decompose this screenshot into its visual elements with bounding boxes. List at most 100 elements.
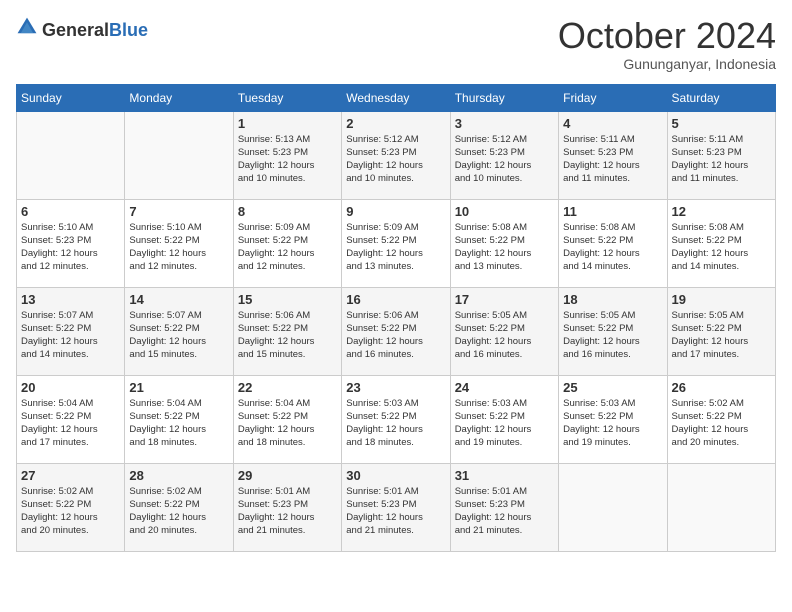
day-number: 22 [238,380,337,395]
day-number: 10 [455,204,554,219]
calendar-cell: 13Sunrise: 5:07 AM Sunset: 5:22 PM Dayli… [17,287,125,375]
day-header-saturday: Saturday [667,84,775,111]
calendar-cell [667,463,775,551]
day-info: Sunrise: 5:02 AM Sunset: 5:22 PM Dayligh… [21,485,120,538]
calendar-cell [17,111,125,199]
calendar-week-row: 6 Sunrise: 5:10 AM Sunset: 5:23 PM Daylig… [17,199,776,287]
calendar-cell: 16Sunrise: 5:06 AM Sunset: 5:22 PM Dayli… [342,287,450,375]
day-info: Sunrise: 5:09 AM Sunset: 5:22 PM Dayligh… [346,221,445,274]
day-number: 18 [563,292,662,307]
day-number: 8 [238,204,337,219]
day-info: Sunrise: 5:12 AM Sunset: 5:23 PM Dayligh… [455,133,554,186]
day-info: Sunrise: 5:12 AM Sunset: 5:23 PM Dayligh… [346,133,445,186]
day-number: 9 [346,204,445,219]
day-number: 29 [238,468,337,483]
day-info: Sunrise: 5:05 AM Sunset: 5:22 PM Dayligh… [672,309,771,362]
day-info: Sunrise: 5:11 AM Sunset: 5:23 PM Dayligh… [672,133,771,186]
calendar-cell: 18 Sunrise: 5:05 AM Sunset: 5:22 PM Dayli… [559,287,667,375]
day-header-monday: Monday [125,84,233,111]
day-number: 19 [672,292,771,307]
day-info: Sunrise: 5:05 AM Sunset: 5:22 PM Dayligh… [455,309,554,362]
day-info: Sunrise: 5:04 AM Sunset: 5:22 PM Dayligh… [129,397,228,450]
calendar-cell: 4Sunrise: 5:11 AM Sunset: 5:23 PM Daylig… [559,111,667,199]
day-number: 31 [455,468,554,483]
calendar-cell [125,111,233,199]
calendar-cell: 3 Sunrise: 5:12 AM Sunset: 5:23 PM Daylig… [450,111,558,199]
day-number: 23 [346,380,445,395]
calendar-week-row: 27 Sunrise: 5:02 AM Sunset: 5:22 PM Dayli… [17,463,776,551]
day-info: Sunrise: 5:03 AM Sunset: 5:22 PM Dayligh… [563,397,662,450]
day-info: Sunrise: 5:05 AM Sunset: 5:22 PM Dayligh… [563,309,662,362]
month-title: October 2024 [558,16,776,56]
day-info: Sunrise: 5:10 AM Sunset: 5:22 PM Dayligh… [129,221,228,274]
day-info: Sunrise: 5:10 AM Sunset: 5:23 PM Dayligh… [21,221,120,274]
calendar-cell: 9 Sunrise: 5:09 AM Sunset: 5:22 PM Daylig… [342,199,450,287]
day-info: Sunrise: 5:07 AM Sunset: 5:22 PM Dayligh… [129,309,228,362]
calendar-cell: 6 Sunrise: 5:10 AM Sunset: 5:23 PM Daylig… [17,199,125,287]
calendar-header-row: SundayMondayTuesdayWednesdayThursdayFrid… [17,84,776,111]
day-number: 28 [129,468,228,483]
calendar-cell: 14 Sunrise: 5:07 AM Sunset: 5:22 PM Dayli… [125,287,233,375]
calendar-cell: 2 Sunrise: 5:12 AM Sunset: 5:23 PM Daylig… [342,111,450,199]
day-number: 25 [563,380,662,395]
calendar-cell: 22Sunrise: 5:04 AM Sunset: 5:22 PM Dayli… [233,375,341,463]
day-number: 13 [21,292,120,307]
calendar-cell: 31 Sunrise: 5:01 AM Sunset: 5:23 PM Dayli… [450,463,558,551]
day-number: 3 [455,116,554,131]
day-header-wednesday: Wednesday [342,84,450,111]
calendar-week-row: 20 Sunrise: 5:04 AM Sunset: 5:22 PM Dayli… [17,375,776,463]
calendar-cell: 30 Sunrise: 5:01 AM Sunset: 5:23 PM Dayli… [342,463,450,551]
day-header-tuesday: Tuesday [233,84,341,111]
calendar-cell: 23 Sunrise: 5:03 AM Sunset: 5:22 PM Dayli… [342,375,450,463]
calendar-cell: 19 Sunrise: 5:05 AM Sunset: 5:22 PM Dayli… [667,287,775,375]
day-info: Sunrise: 5:06 AM Sunset: 5:22 PM Dayligh… [346,309,445,362]
day-header-sunday: Sunday [17,84,125,111]
calendar-cell: 28Sunrise: 5:02 AM Sunset: 5:22 PM Dayli… [125,463,233,551]
day-header-friday: Friday [559,84,667,111]
logo: General Blue [16,16,148,43]
page-header: General Blue October 2024 Gununganyar, I… [16,16,776,72]
title-block: October 2024 Gununganyar, Indonesia [558,16,776,72]
day-number: 7 [129,204,228,219]
day-number: 26 [672,380,771,395]
calendar-cell: 21Sunrise: 5:04 AM Sunset: 5:22 PM Dayli… [125,375,233,463]
day-info: Sunrise: 5:08 AM Sunset: 5:22 PM Dayligh… [672,221,771,274]
day-info: Sunrise: 5:03 AM Sunset: 5:22 PM Dayligh… [346,397,445,450]
day-number: 20 [21,380,120,395]
day-number: 15 [238,292,337,307]
day-info: Sunrise: 5:02 AM Sunset: 5:22 PM Dayligh… [672,397,771,450]
day-number: 2 [346,116,445,131]
calendar-cell: 20 Sunrise: 5:04 AM Sunset: 5:22 PM Dayli… [17,375,125,463]
location-subtitle: Gununganyar, Indonesia [558,56,776,72]
day-number: 5 [672,116,771,131]
calendar-table: SundayMondayTuesdayWednesdayThursdayFrid… [16,84,776,552]
calendar-cell: 29 Sunrise: 5:01 AM Sunset: 5:23 PM Dayli… [233,463,341,551]
day-number: 30 [346,468,445,483]
day-number: 11 [563,204,662,219]
day-number: 24 [455,380,554,395]
calendar-cell: 25 Sunrise: 5:03 AM Sunset: 5:22 PM Dayli… [559,375,667,463]
day-info: Sunrise: 5:01 AM Sunset: 5:23 PM Dayligh… [238,485,337,538]
day-info: Sunrise: 5:08 AM Sunset: 5:22 PM Dayligh… [455,221,554,274]
calendar-cell: 11 Sunrise: 5:08 AM Sunset: 5:22 PM Dayli… [559,199,667,287]
day-header-thursday: Thursday [450,84,558,111]
day-info: Sunrise: 5:08 AM Sunset: 5:22 PM Dayligh… [563,221,662,274]
calendar-cell: 10 Sunrise: 5:08 AM Sunset: 5:22 PM Dayli… [450,199,558,287]
day-info: Sunrise: 5:09 AM Sunset: 5:22 PM Dayligh… [238,221,337,274]
calendar-body: 1Sunrise: 5:13 AM Sunset: 5:23 PM Daylig… [17,111,776,551]
day-number: 14 [129,292,228,307]
calendar-cell: 24 Sunrise: 5:03 AM Sunset: 5:22 PM Dayli… [450,375,558,463]
day-info: Sunrise: 5:06 AM Sunset: 5:22 PM Dayligh… [238,309,337,362]
day-info: Sunrise: 5:03 AM Sunset: 5:22 PM Dayligh… [455,397,554,450]
day-number: 27 [21,468,120,483]
day-number: 6 [21,204,120,219]
day-info: Sunrise: 5:01 AM Sunset: 5:23 PM Dayligh… [455,485,554,538]
calendar-cell [559,463,667,551]
logo-icon [16,16,38,38]
calendar-week-row: 13 Sunrise: 5:07 AM Sunset: 5:22 PM Dayli… [17,287,776,375]
day-info: Sunrise: 5:01 AM Sunset: 5:23 PM Dayligh… [346,485,445,538]
calendar-cell: 5 Sunrise: 5:11 AM Sunset: 5:23 PM Daylig… [667,111,775,199]
day-info: Sunrise: 5:04 AM Sunset: 5:22 PM Dayligh… [21,397,120,450]
calendar-cell: 15 Sunrise: 5:06 AM Sunset: 5:22 PM Dayli… [233,287,341,375]
day-info: Sunrise: 5:11 AM Sunset: 5:23 PM Dayligh… [563,133,662,186]
